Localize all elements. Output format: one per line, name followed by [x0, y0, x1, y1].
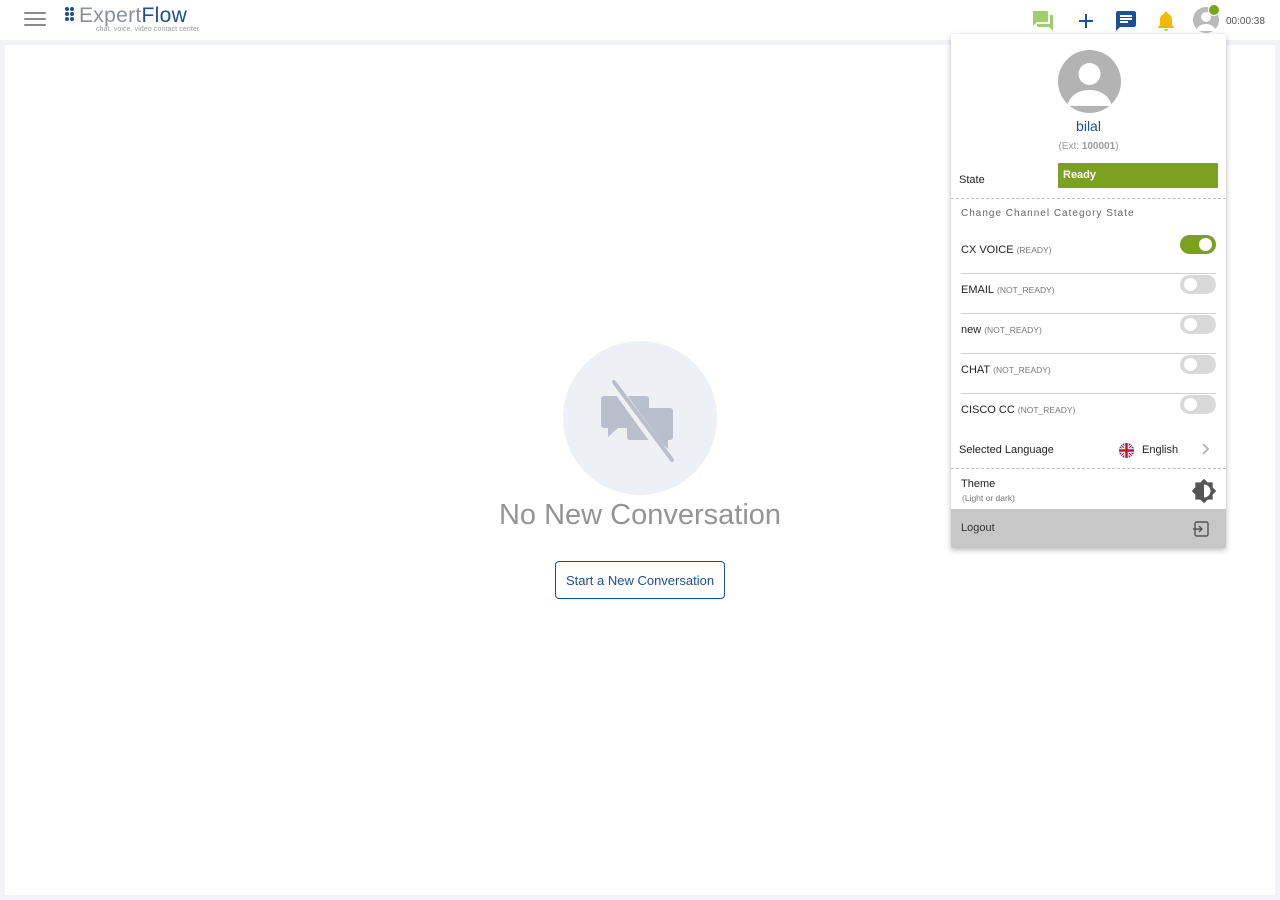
logout-button[interactable]: Logout	[951, 509, 1226, 548]
session-timer: 00:00:38	[1226, 16, 1265, 27]
chat-toggle[interactable]	[1180, 355, 1216, 374]
theme-label: Theme	[961, 478, 996, 490]
logo-mark-icon	[65, 7, 77, 21]
channel-row-email: EMAIL (NOT_READY)	[961, 274, 1216, 314]
logo-tagline: chat. voice. video contact center	[96, 26, 200, 33]
profile-avatar-icon	[1058, 50, 1121, 113]
channel-row-cx-voice: CX VOICE (READY)	[961, 234, 1216, 274]
divider	[951, 468, 1226, 469]
ready-status-dot	[1208, 4, 1220, 16]
cisco-cc-toggle[interactable]	[1180, 395, 1216, 414]
channel-label: EMAIL (NOT_READY)	[961, 284, 1055, 296]
channel-row-cisco-cc: CISCO CC (NOT_READY)	[961, 394, 1216, 434]
channel-section-title: Change Channel Category State	[961, 208, 1135, 219]
channel-label: CISCO CC (NOT_READY)	[961, 404, 1076, 416]
message-icon[interactable]	[1114, 9, 1138, 33]
no-chat-icon	[563, 341, 717, 495]
plus-icon[interactable]	[1074, 9, 1098, 33]
language-value[interactable]: English	[1142, 444, 1178, 456]
logout-label: Logout	[961, 522, 995, 534]
email-toggle[interactable]	[1180, 275, 1216, 294]
start-new-conversation-button[interactable]: Start a New Conversation	[555, 561, 725, 599]
expertflow-logo[interactable]: ExpertFlow chat. voice. video contact ce…	[65, 4, 205, 36]
channel-label: CHAT (NOT_READY)	[961, 364, 1051, 376]
channel-row-chat: CHAT (NOT_READY)	[961, 354, 1216, 394]
channel-label: new (NOT_READY)	[961, 324, 1042, 336]
logo-wordmark: ExpertFlow	[79, 4, 188, 27]
brightness-icon[interactable]	[1191, 478, 1217, 504]
uk-flag-icon	[1119, 443, 1134, 458]
menu-icon[interactable]	[24, 12, 46, 28]
bell-icon[interactable]	[1154, 9, 1178, 33]
agent-name: bilal	[1076, 118, 1101, 134]
state-label: State	[959, 174, 985, 186]
logout-icon	[1192, 520, 1210, 538]
chat-bubbles-icon[interactable]	[1031, 9, 1055, 33]
agent-state-dropdown[interactable]: Ready	[1058, 163, 1218, 188]
divider	[951, 198, 1226, 199]
new-toggle[interactable]	[1180, 315, 1216, 334]
empty-state-title: No New Conversation	[498, 499, 782, 531]
agent-extension: (Ext: 100001)	[1058, 141, 1119, 152]
language-label: Selected Language	[959, 444, 1054, 456]
cx-voice-toggle[interactable]	[1180, 235, 1216, 254]
profile-dropdown: bilal (Ext: 100001) State Ready Change C…	[951, 34, 1226, 548]
channel-row-new: new (NOT_READY)	[961, 314, 1216, 354]
theme-sublabel: (Light or dark)	[962, 493, 1015, 503]
channel-label: CX VOICE (READY)	[961, 244, 1052, 256]
chevron-right-icon[interactable]	[1199, 440, 1213, 458]
